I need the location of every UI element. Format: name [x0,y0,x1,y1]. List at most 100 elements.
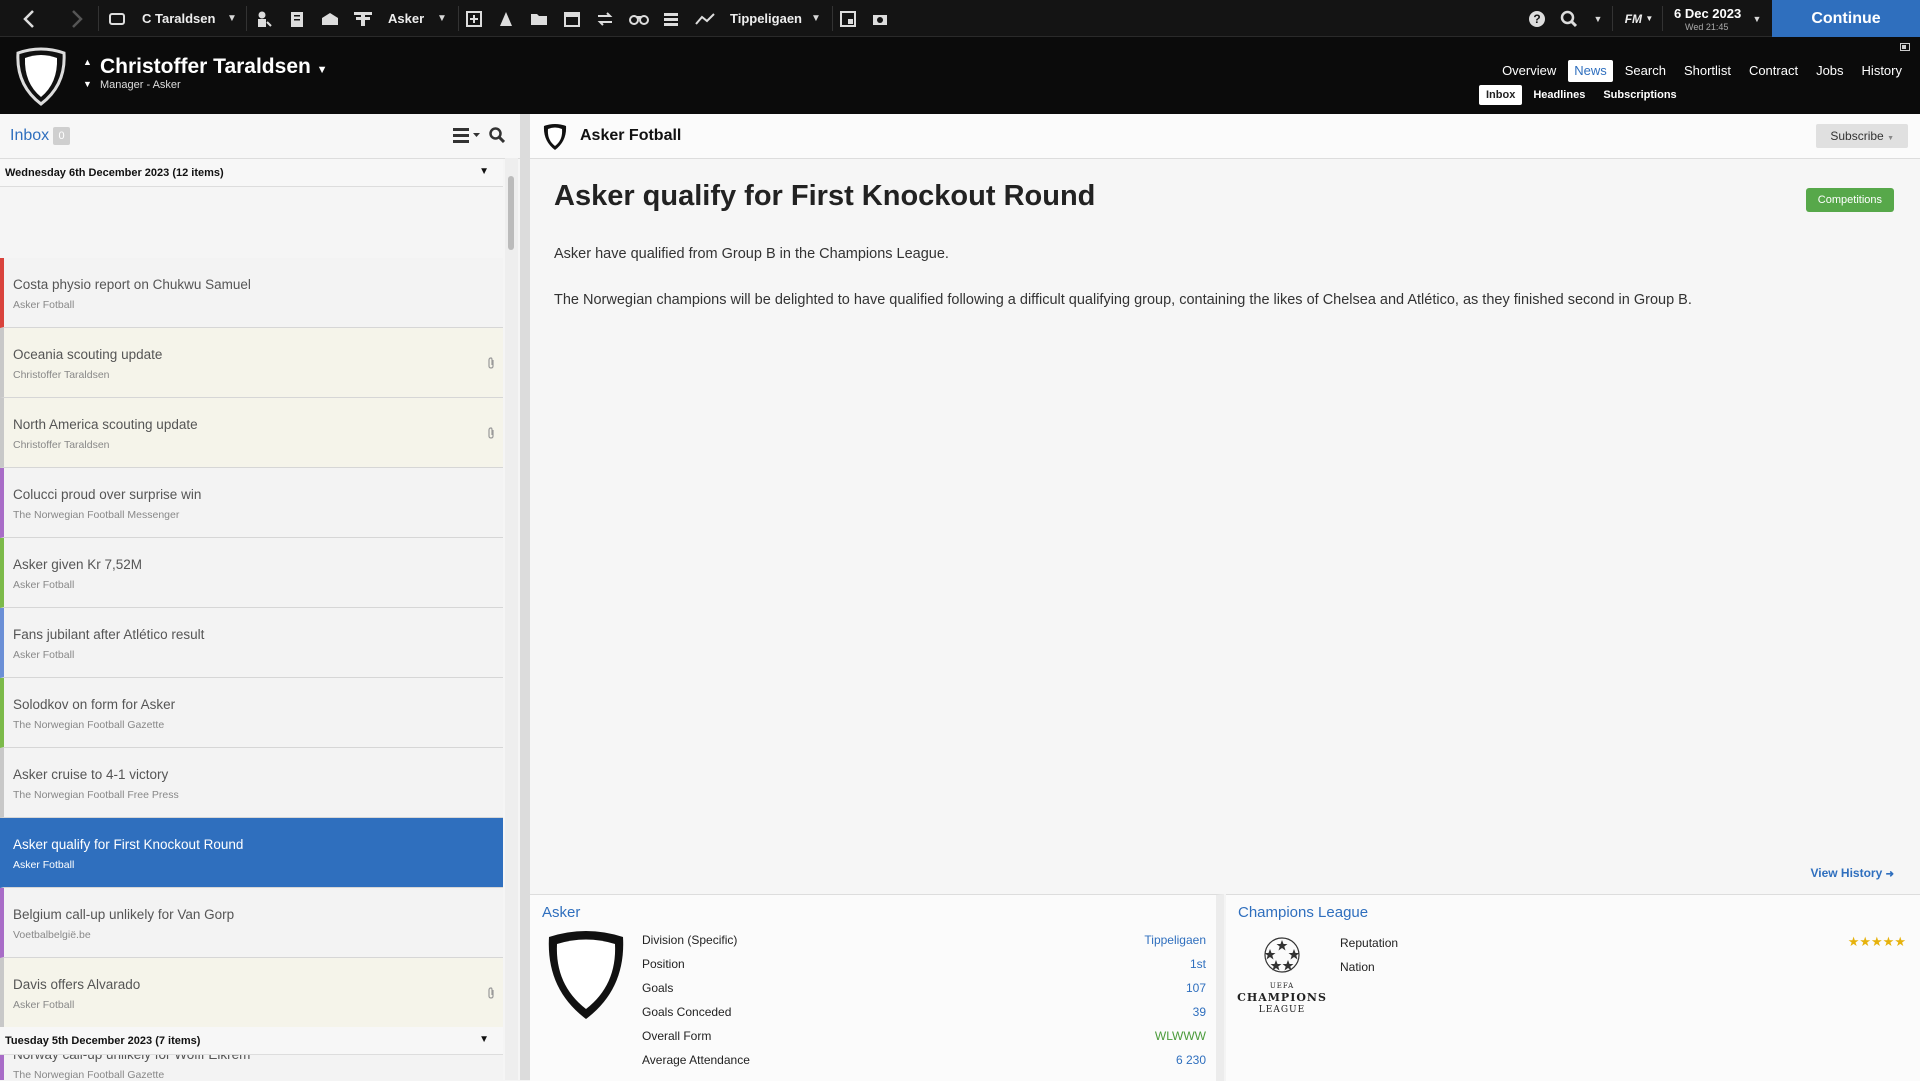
attachment-icon [487,357,495,372]
help-icon[interactable]: ? [1524,0,1550,37]
tab-shortlist[interactable]: Shortlist [1678,60,1737,82]
staff-icon[interactable] [252,0,276,37]
top-toolbar: C Taraldsen ▼ Asker ▼ Tippeligaen ▼ ? ▼ … [0,0,1920,37]
club-crest-icon[interactable] [14,47,68,112]
date-group-header[interactable]: Wednesday 6th December 2023 (12 items) ▼ [0,159,503,187]
manager-name[interactable]: Christoffer Taraldsen ▼ [100,55,328,79]
tab-jobs[interactable]: Jobs [1810,60,1849,82]
tactics-icon[interactable] [350,0,376,37]
manager-menu[interactable]: C Taraldsen [142,0,222,37]
inbox-message[interactable]: Asker given Kr 7,52M Asker Fotball [0,538,503,608]
message-sender: The Norwegian Football Gazette [13,719,165,731]
subtab-subscriptions[interactable]: Subscriptions [1596,85,1683,105]
inbox-message[interactable]: Asker qualify for First Knockout Round As… [0,818,503,888]
club-crest-icon[interactable] [544,929,628,1028]
squad-icon[interactable] [317,0,343,37]
inbox-scrollbar[interactable] [505,158,518,1080]
message-subject: Costa physio report on Chukwu Samuel [13,277,251,292]
message-sender: The Norwegian Football Messenger [13,509,180,521]
club-stat-row: Position 1st [642,957,1206,971]
inbox-message[interactable]: Belgium call-up unlikely for Van Gorp Voe… [0,888,503,958]
current-day-time: Wed 21:45 [1685,22,1729,32]
folder-icon[interactable] [527,0,551,37]
reputation-row: Reputation ★★★★★ [1340,934,1906,950]
article-source[interactable]: Asker Fotball [580,127,681,145]
tab-news[interactable]: News [1568,60,1613,82]
club-stat-row: Average Attendance 6 230 [642,1053,1206,1067]
finances-icon[interactable] [659,0,683,37]
inbox-message[interactable]: Solodkov on form for Asker The Norwegian … [0,678,503,748]
message-subject: Solodkov on form for Asker [13,697,176,712]
calendar-icon[interactable] [560,0,584,37]
club-menu[interactable]: Asker [388,0,438,37]
inbox-message[interactable]: Asker cruise to 4-1 victory The Norwegian… [0,748,503,818]
subtab-headlines[interactable]: Headlines [1526,85,1592,105]
article-paragraph: Asker have qualified from Group B in the… [554,246,949,262]
chevron-down-icon[interactable]: ▼ [1748,0,1766,37]
club-card-title[interactable]: Asker [542,904,580,921]
nation-row: Nation [1340,960,1375,974]
subscribe-button[interactable]: Subscribe ▼ [1816,124,1908,148]
screen-toggle-icon[interactable] [1900,43,1910,53]
inbox-message[interactable]: Davis offers Alvarado Asker Fotball [0,958,503,1028]
inbox-message[interactable]: Colucci proud over surprise win The Norwe… [0,468,503,538]
view-history-link[interactable]: View History ➜ [1810,866,1894,880]
continue-button[interactable]: Continue [1772,0,1920,37]
collapse-icon: ▼ [479,166,489,177]
message-subject: Asker cruise to 4-1 victory [13,767,169,782]
camera-icon[interactable] [868,0,892,37]
inbox-message[interactable]: North America scouting update Christoffer… [0,398,503,468]
inbox-message[interactable]: Costa physio report on Chukwu Samuel Aske… [0,258,503,328]
message-subject: Asker given Kr 7,52M [13,557,143,572]
caret-up-icon[interactable]: ▲ [83,57,92,67]
competition-card-title[interactable]: Champions League [1238,904,1368,921]
message-subject: North America scouting update [13,417,198,432]
chevron-down-icon[interactable]: ▼ [1590,0,1606,37]
back-arrow-icon[interactable] [14,0,44,37]
tab-search[interactable]: Search [1619,60,1672,82]
current-date: 6 Dec 2023 [1674,6,1742,21]
training-icon[interactable] [462,0,486,37]
club-stat-row: Division (Specific) Tippeligaen [642,933,1206,947]
chevron-down-icon[interactable]: ▼ [806,0,826,37]
tab-overview[interactable]: Overview [1496,60,1562,82]
attachment-icon [487,427,495,442]
inbox-search-icon[interactable] [489,127,506,148]
search-icon[interactable] [1556,0,1582,37]
news-article: Asker Fotball Subscribe ▼ Asker qualify … [530,114,1920,894]
svg-text:?: ? [1533,12,1540,26]
message-sender: Asker Fotball [13,649,75,661]
window-icon[interactable] [836,0,860,37]
message-sender: Asker Fotball [13,999,75,1011]
list-menu-icon[interactable] [453,127,481,148]
clipboard-icon[interactable] [285,0,309,37]
caret-down-icon[interactable]: ▼ [83,79,92,89]
fm-menu[interactable]: FM ▼ [1620,0,1658,37]
inbox-message[interactable]: Oceania scouting update Christoffer Taral… [0,328,503,398]
scrollbar-thumb[interactable] [508,176,514,250]
manager-icon[interactable] [105,0,129,37]
message-subject: Fans jubilant after Atlético result [13,627,205,642]
message-sender: The Norwegian Football Gazette [13,1069,165,1080]
forward-arrow-icon[interactable] [62,0,92,37]
subtab-inbox[interactable]: Inbox [1479,85,1523,105]
scouting-binoculars-icon[interactable] [626,0,652,37]
message-subject: Davis offers Alvarado [13,977,141,992]
article-header: Asker Fotball Subscribe ▼ [530,114,1920,159]
message-sender: Christoffer Taraldsen [13,439,110,451]
inbox-message[interactable]: Fans jubilant after Atlético result Asker… [0,608,503,678]
date-group-header[interactable]: Tuesday 5th December 2023 (7 items) ▼ [0,1027,503,1055]
message-sender: Voetbalbelgië.be [13,929,91,941]
stats-chart-icon[interactable] [692,0,718,37]
chevron-down-icon[interactable]: ▼ [222,0,242,37]
champions-league-logo[interactable]: UEFA CHAMPIONS LEAGUE [1236,935,1328,1016]
transfers-icon[interactable] [593,0,617,37]
tab-contract[interactable]: Contract [1743,60,1804,82]
chevron-down-icon[interactable]: ▼ [432,0,452,37]
inbox-title: Inbox [10,127,50,144]
article-paragraph: The Norwegian champions will be delighte… [554,292,1692,308]
tab-history[interactable]: History [1856,60,1908,82]
competitions-button[interactable]: Competitions [1805,188,1894,212]
source-crest-icon[interactable] [542,123,568,156]
medical-icon[interactable] [494,0,518,37]
